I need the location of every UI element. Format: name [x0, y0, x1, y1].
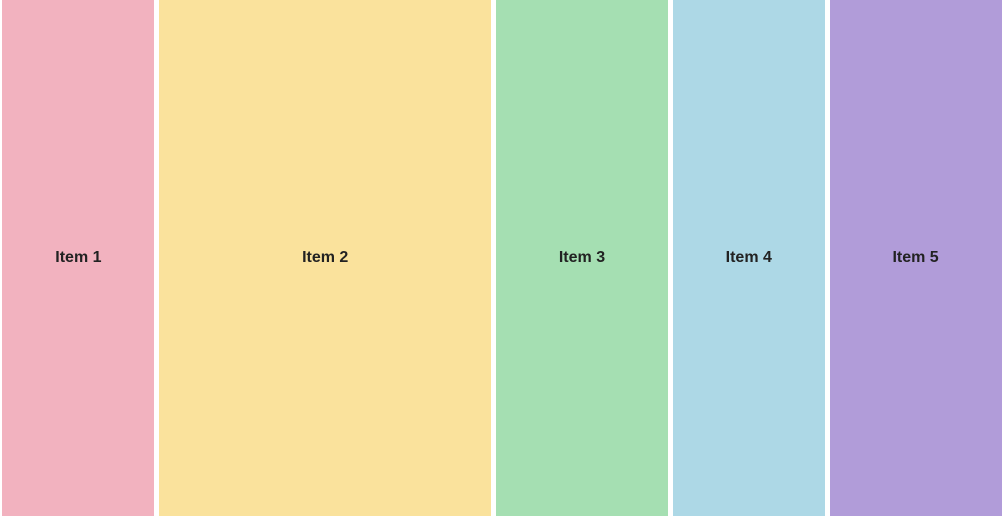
item-3: Item 3 [496, 0, 668, 516]
flex-container: Item 1 Item 2 Item 3 Item 4 Item 5 [0, 0, 1004, 516]
item-2: Item 2 [159, 0, 491, 516]
item-label: Item 4 [726, 249, 772, 267]
item-label: Item 1 [55, 249, 101, 267]
item-5: Item 5 [830, 0, 1002, 516]
item-label: Item 2 [302, 249, 348, 267]
item-label: Item 3 [559, 249, 605, 267]
item-4: Item 4 [673, 0, 825, 516]
item-label: Item 5 [892, 249, 938, 267]
item-1: Item 1 [2, 0, 154, 516]
